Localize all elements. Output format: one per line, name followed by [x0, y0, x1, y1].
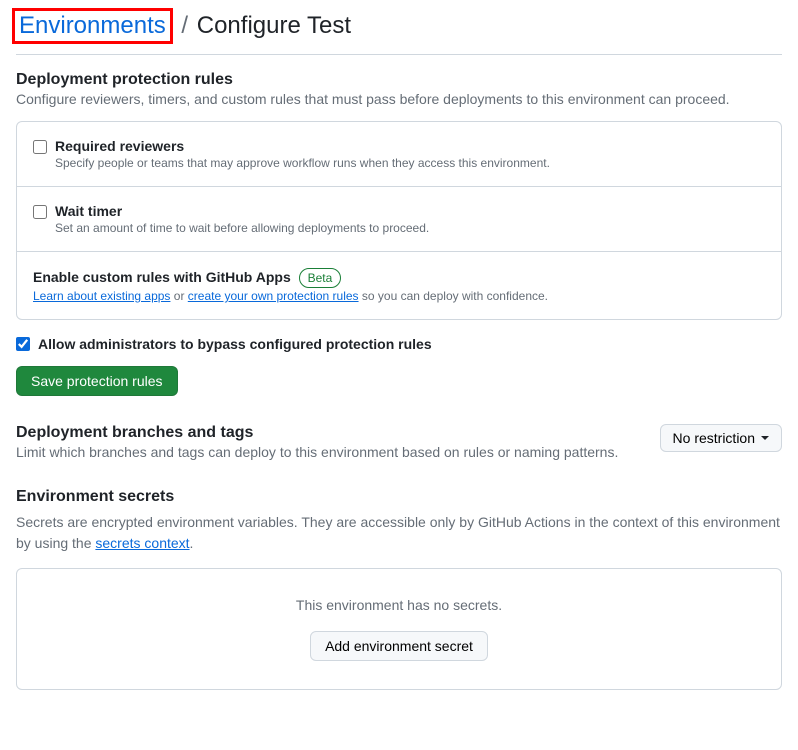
branches-title: Deployment branches and tags	[16, 424, 618, 442]
no-secrets-text: This environment has no secrets.	[33, 597, 765, 613]
wait-timer-label: Wait timer	[55, 203, 765, 219]
breadcrumb-separator: /	[181, 12, 188, 39]
secrets-desc: Secrets are encrypted environment variab…	[16, 512, 782, 554]
custom-rules-title: Enable custom rules with GitHub Apps	[33, 269, 291, 285]
required-reviewers-checkbox[interactable]	[33, 140, 47, 154]
wait-timer-checkbox[interactable]	[33, 205, 47, 219]
branch-restriction-label: No restriction	[673, 430, 755, 446]
secrets-desc-suffix: .	[190, 535, 194, 551]
required-reviewers-label: Required reviewers	[55, 138, 765, 154]
secrets-context-link[interactable]: secrets context	[95, 535, 189, 551]
secrets-title: Environment secrets	[16, 488, 782, 506]
save-protection-rules-button[interactable]: Save protection rules	[16, 366, 178, 396]
wait-timer-sub: Set an amount of time to wait before all…	[55, 221, 765, 235]
caret-down-icon	[761, 436, 769, 440]
admin-bypass-row: Allow administrators to bypass configure…	[16, 336, 782, 352]
branch-restriction-dropdown[interactable]: No restriction	[660, 424, 782, 452]
custom-suffix: so you can deploy with confidence.	[359, 289, 548, 303]
rule-required-reviewers: Required reviewers Specify people or tea…	[17, 122, 781, 187]
protection-rules-box: Required reviewers Specify people or tea…	[16, 121, 782, 320]
branches-desc: Limit which branches and tags can deploy…	[16, 444, 618, 460]
admin-bypass-label: Allow administrators to bypass configure…	[38, 336, 432, 352]
breadcrumb-current: Configure Test	[197, 12, 351, 39]
learn-apps-link[interactable]: Learn about existing apps	[33, 289, 170, 303]
protection-rules-desc: Configure reviewers, timers, and custom …	[16, 91, 782, 107]
beta-badge: Beta	[299, 268, 342, 288]
breadcrumb: Environments / Configure Test	[16, 8, 782, 55]
add-environment-secret-button[interactable]: Add environment secret	[310, 631, 488, 661]
protection-rules-title: Deployment protection rules	[16, 71, 782, 89]
rule-wait-timer: Wait timer Set an amount of time to wait…	[17, 187, 781, 252]
secrets-box: This environment has no secrets. Add env…	[16, 568, 782, 690]
rule-custom-apps: Enable custom rules with GitHub Apps Bet…	[17, 252, 781, 319]
custom-or-text: or	[170, 289, 187, 303]
branches-section: Deployment branches and tags Limit which…	[16, 424, 782, 460]
create-rules-link[interactable]: create your own protection rules	[188, 289, 359, 303]
admin-bypass-checkbox[interactable]	[16, 337, 30, 351]
required-reviewers-sub: Specify people or teams that may approve…	[55, 156, 765, 170]
breadcrumb-environments-link[interactable]: Environments	[12, 8, 173, 44]
